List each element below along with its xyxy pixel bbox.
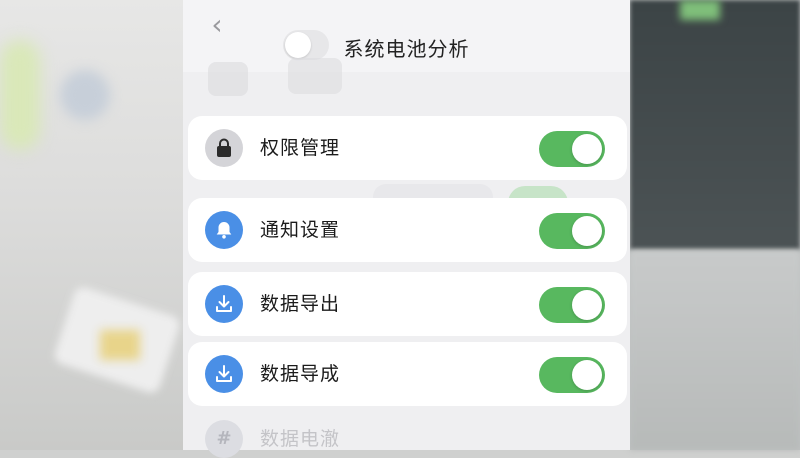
settings-row-notifications[interactable]: 通知设置	[188, 198, 627, 262]
bg-blur	[100, 330, 140, 360]
bg-blur	[680, 0, 720, 20]
bg-blur	[0, 40, 40, 150]
toggle-knob	[572, 360, 602, 390]
download-icon	[205, 355, 243, 393]
download-icon	[205, 285, 243, 323]
toggle-knob	[572, 290, 602, 320]
toggle-switch[interactable]	[539, 287, 605, 323]
lock-icon	[205, 129, 243, 167]
bell-icon	[205, 211, 243, 249]
bg-desk	[630, 250, 800, 450]
settings-row-label: 数据导出	[260, 293, 341, 315]
settings-row-data-export[interactable]: 数据导出	[188, 272, 627, 336]
settings-row-data-import[interactable]: 数据导成	[188, 342, 627, 406]
bg-blur	[60, 70, 110, 120]
settings-panel: ‹ 系统电池分析 权限管理 通知设置 数据导出 数据导成 # 数据电澈	[183, 0, 630, 458]
settings-row-label: 数据电澈	[260, 428, 341, 450]
settings-row-faded: # 数据电澈	[188, 412, 627, 458]
settings-row-permissions[interactable]: 权限管理	[188, 116, 627, 180]
hash-icon: #	[205, 420, 243, 458]
ghost-icon	[288, 58, 342, 94]
page-title: 系统电池分析	[343, 37, 470, 61]
toggle-switch[interactable]	[539, 357, 605, 393]
toggle-knob	[572, 134, 602, 164]
settings-row-label: 通知设置	[260, 219, 341, 241]
settings-row-label: 权限管理	[260, 137, 341, 159]
bg-monitor	[630, 0, 800, 250]
ghost-icon	[208, 62, 248, 96]
toggle-knob	[572, 216, 602, 246]
toggle-switch[interactable]	[539, 213, 605, 249]
header: ‹ 系统电池分析	[183, 0, 630, 96]
background-left	[0, 0, 183, 450]
settings-row-label: 数据导成	[260, 363, 341, 385]
toggle-switch[interactable]	[539, 131, 605, 167]
background-right	[630, 0, 800, 450]
